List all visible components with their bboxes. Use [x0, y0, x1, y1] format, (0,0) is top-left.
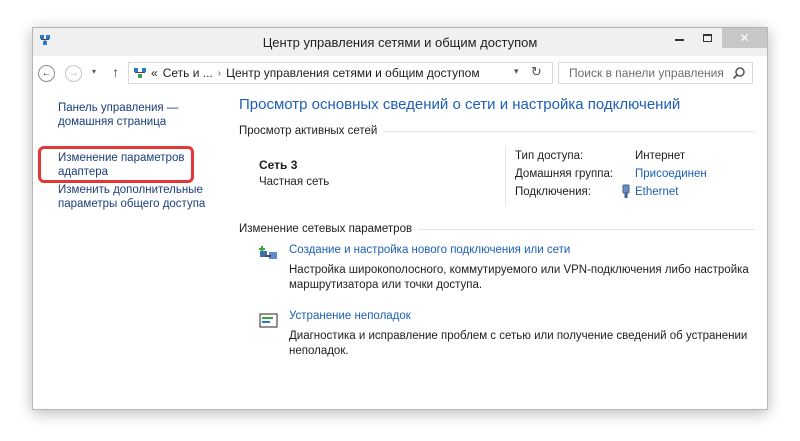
homegroup-link[interactable]: Присоединен	[635, 168, 707, 180]
main-content: Просмотр основных сведений о сети и наст…	[239, 88, 769, 408]
active-networks-heading: Просмотр активных сетей	[239, 125, 755, 137]
address-dropdown-icon[interactable]: ▾	[514, 66, 519, 77]
title-bar[interactable]: Центр управления сетями и общим доступом…	[33, 28, 767, 56]
access-type-value: Интернет	[635, 150, 686, 162]
heading-divider	[383, 130, 755, 132]
close-icon: ✕	[739, 31, 750, 45]
back-button[interactable]: ←	[38, 65, 55, 82]
forward-button[interactable]: →	[65, 65, 82, 82]
navigation-bar: ← → ▾ ↑ « Сеть и ... › Центр управления …	[33, 57, 767, 88]
address-overflow[interactable]: «	[151, 66, 158, 80]
recent-locations-dropdown[interactable]: ▾	[92, 67, 96, 76]
connection-ethernet-link[interactable]: Ethernet	[635, 186, 678, 198]
close-button[interactable]: ✕	[722, 28, 767, 48]
troubleshoot-icon	[259, 313, 278, 328]
breadcrumb-network[interactable]: Сеть и ...	[163, 66, 213, 80]
maximize-icon	[702, 34, 712, 42]
sidebar-link-control-panel-home[interactable]: Панель управления — домашняя страница	[58, 101, 218, 129]
setup-new-connection-link[interactable]: Создание и настройка нового подключения …	[289, 244, 570, 256]
setup-new-connection-description: Настройка широкополосного, коммутируемог…	[289, 264, 749, 291]
up-button[interactable]: ↑	[112, 64, 119, 80]
forward-arrow-icon: →	[68, 67, 79, 79]
network-center-icon	[134, 68, 146, 78]
breadcrumb-separator[interactable]: ›	[218, 68, 221, 79]
search-input[interactable]: Поиск в панели управления	[569, 66, 724, 80]
troubleshoot-description: Диагностика и исправление проблем с сеть…	[289, 330, 748, 357]
back-arrow-icon: ←	[41, 67, 52, 79]
breadcrumb-current[interactable]: Центр управления сетями и общим доступом	[226, 66, 480, 80]
address-bar[interactable]: « Сеть и ... › Центр управления сетями и…	[128, 62, 553, 84]
troubleshoot-link[interactable]: Устранение неполадок	[289, 310, 411, 322]
homegroup-label: Домашняя группа:	[515, 168, 614, 180]
sidebar-link-advanced-sharing[interactable]: Изменить дополнительные параметры общего…	[58, 183, 218, 211]
sidebar-link-adapter-settings[interactable]: Изменение параметров адаптера	[58, 151, 208, 179]
network-name: Сеть 3	[259, 158, 298, 172]
maximize-button[interactable]	[693, 28, 721, 48]
network-center-window: Центр управления сетями и общим доступом…	[32, 27, 768, 410]
minimize-button[interactable]	[665, 28, 693, 48]
network-divider	[505, 146, 506, 206]
window-title: Центр управления сетями и общим доступом	[262, 35, 538, 50]
page-title: Просмотр основных сведений о сети и наст…	[239, 96, 681, 113]
ethernet-icon[interactable]	[621, 184, 631, 199]
search-icon[interactable]	[732, 66, 746, 80]
access-type-label: Тип доступа:	[515, 150, 584, 162]
sidebar: Панель управления — домашняя страница Из…	[33, 88, 238, 408]
search-box[interactable]: Поиск в панели управления	[558, 62, 753, 84]
refresh-icon[interactable]: ↻	[531, 64, 542, 80]
heading-divider	[418, 228, 755, 230]
connections-label: Подключения:	[515, 186, 591, 198]
change-settings-heading: Изменение сетевых параметров	[239, 223, 755, 235]
network-type: Частная сеть	[259, 176, 330, 188]
change-settings-heading-text: Изменение сетевых параметров	[239, 223, 413, 235]
new-connection-icon	[259, 246, 277, 259]
active-networks-heading-text: Просмотр активных сетей	[239, 125, 378, 137]
minimize-icon	[674, 39, 684, 41]
